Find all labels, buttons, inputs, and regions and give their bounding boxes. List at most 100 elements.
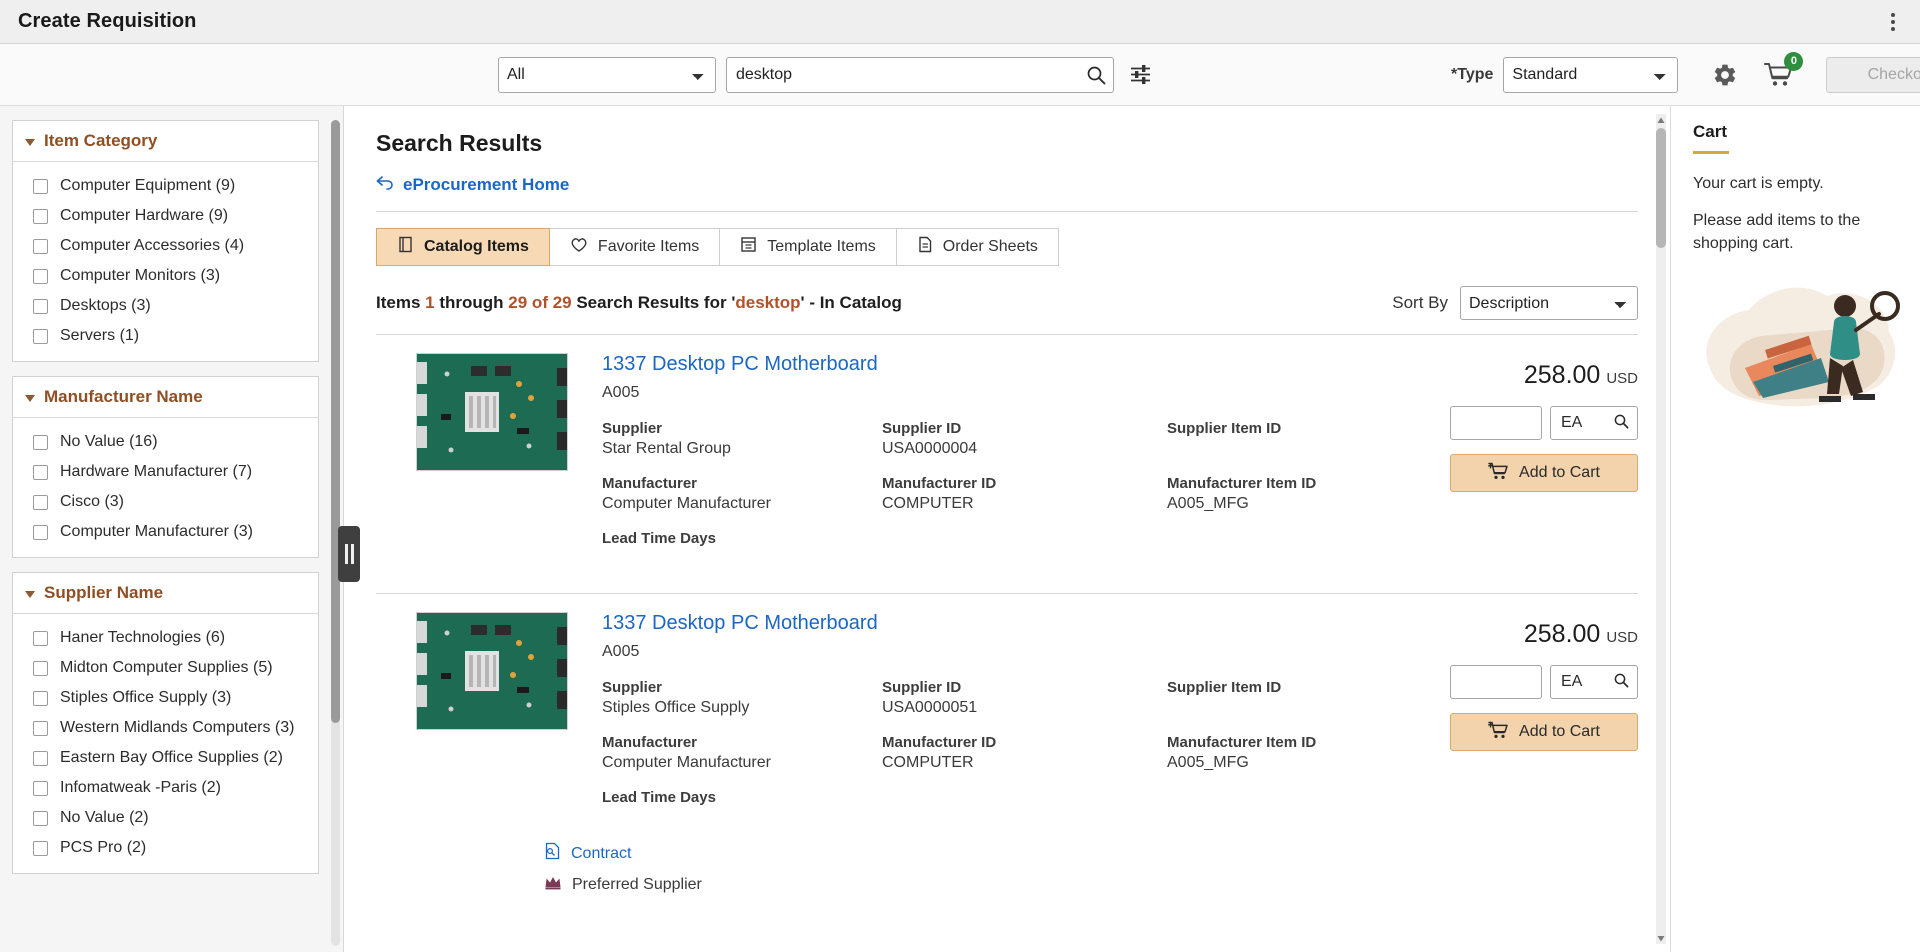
- facet-option[interactable]: Hardware Manufacturer (7): [13, 457, 318, 487]
- search-icon[interactable]: [1083, 62, 1109, 88]
- product-code: A005: [602, 384, 1408, 402]
- product-price-line: 258.00USD: [1524, 620, 1638, 649]
- supplier-id-label: Supplier ID: [882, 679, 1167, 696]
- facet-option[interactable]: Stiples Office Supply (3): [13, 683, 318, 713]
- tab-label: Order Sheets: [943, 238, 1038, 256]
- gear-icon[interactable]: [1712, 62, 1738, 88]
- facet-checkbox[interactable]: [33, 525, 48, 540]
- product-name-link[interactable]: 1337 Desktop PC Motherboard: [602, 612, 878, 635]
- uom-lookup[interactable]: EA: [1550, 665, 1638, 699]
- facet-group-title: Manufacturer Name: [44, 387, 203, 407]
- results-scrollbar-thumb[interactable]: [1656, 128, 1666, 248]
- facet-group-header[interactable]: Supplier Name: [13, 573, 318, 614]
- search-input[interactable]: [726, 57, 1114, 93]
- quantity-input[interactable]: [1450, 406, 1542, 440]
- facet-option-label: Cisco (3): [60, 493, 124, 511]
- facet-checkbox[interactable]: [33, 495, 48, 510]
- badge-label[interactable]: Contract: [571, 845, 631, 863]
- facet-option-label: Western Midlands Computers (3): [60, 719, 294, 737]
- facet-option[interactable]: Computer Accessories (4): [13, 231, 318, 261]
- tab-favorite-items[interactable]: Favorite Items: [550, 228, 720, 266]
- facet-option[interactable]: Computer Equipment (9): [13, 171, 318, 201]
- add-to-cart-button[interactable]: Add to Cart: [1450, 713, 1638, 751]
- product-thumbnail[interactable]: [416, 353, 568, 471]
- product-attributes: SupplierStar Rental GroupSupplier IDUSA0…: [602, 420, 1408, 569]
- facet-option[interactable]: No Value (16): [13, 427, 318, 457]
- tab-catalog-items[interactable]: Catalog Items: [376, 228, 550, 266]
- facet-options: No Value (16)Hardware Manufacturer (7) Ci…: [13, 418, 318, 557]
- facet-option[interactable]: Midton Computer Supplies (5): [13, 653, 318, 683]
- facet-option-label: Computer Manufacturer (3): [60, 523, 253, 541]
- facet-checkbox[interactable]: [33, 631, 48, 646]
- uom-lookup[interactable]: EA: [1550, 406, 1638, 440]
- product-name-link[interactable]: 1337 Desktop PC Motherboard: [602, 353, 878, 376]
- supplier-id-label: Supplier ID: [882, 420, 1167, 437]
- facet-checkbox[interactable]: [33, 435, 48, 450]
- lookup-search-icon[interactable]: [1613, 413, 1629, 434]
- facet-option[interactable]: Eastern Bay Office Supplies (2): [13, 743, 318, 773]
- facet-checkbox[interactable]: [33, 781, 48, 796]
- eprocurement-home-link[interactable]: eProcurement Home: [376, 175, 569, 195]
- scroll-up-arrow-icon[interactable]: [1656, 114, 1666, 126]
- shopping-cart-icon[interactable]: 0: [1764, 62, 1794, 88]
- facet-option[interactable]: Computer Manufacturer (3): [13, 517, 318, 547]
- facet-option[interactable]: Haner Technologies (6): [13, 623, 318, 653]
- facet-checkbox[interactable]: [33, 269, 48, 284]
- facet-scrollbar-thumb[interactable]: [331, 120, 340, 723]
- sort-by-select[interactable]: Description: [1460, 286, 1638, 320]
- facet-option[interactable]: Servers (1): [13, 321, 318, 351]
- product-thumbnail[interactable]: [416, 612, 568, 730]
- tab-label: Catalog Items: [424, 238, 529, 256]
- facet-group-header[interactable]: Manufacturer Name: [13, 377, 318, 418]
- facet-group-header[interactable]: Item Category: [13, 121, 318, 162]
- facet-checkbox[interactable]: [33, 721, 48, 736]
- contract-icon: [544, 842, 561, 865]
- facet-checkbox[interactable]: [33, 841, 48, 856]
- manufacturer-label: Manufacturer: [602, 475, 882, 492]
- quantity-input[interactable]: [1450, 665, 1542, 699]
- facet-option[interactable]: Computer Monitors (3): [13, 261, 318, 291]
- facet-checkbox[interactable]: [33, 239, 48, 254]
- page-title: Create Requisition: [18, 10, 197, 33]
- facet-option[interactable]: No Value (2): [13, 803, 318, 833]
- manufacturer-item-id-field: Manufacturer Item IDA005_MFG: [1167, 475, 1408, 514]
- header-divider: [376, 211, 1638, 212]
- heart-icon: [570, 236, 588, 258]
- search-category-select[interactable]: All: [498, 57, 716, 93]
- add-to-cart-button[interactable]: Add to Cart: [1450, 454, 1638, 492]
- facet-option[interactable]: Cisco (3): [13, 487, 318, 517]
- facet-checkbox[interactable]: [33, 329, 48, 344]
- requisition-type-select[interactable]: Standard: [1503, 57, 1678, 93]
- facet-checkbox[interactable]: [33, 661, 48, 676]
- tab-template-items[interactable]: Template Items: [720, 228, 896, 266]
- product-price: 258.00: [1524, 620, 1600, 649]
- supplier-value: Star Rental Group: [602, 440, 882, 459]
- facet-checkbox[interactable]: [33, 299, 48, 314]
- facet-option[interactable]: PCS Pro (2): [13, 833, 318, 863]
- supplier-id-field: Supplier IDUSA0000051: [882, 679, 1167, 718]
- scroll-down-arrow-icon[interactable]: [1656, 932, 1666, 944]
- product-badge[interactable]: Contract: [544, 842, 1638, 865]
- facet-checkbox[interactable]: [33, 209, 48, 224]
- facet-checkbox[interactable]: [33, 179, 48, 194]
- sliders-filter-icon[interactable]: [1128, 62, 1153, 87]
- results-scrollbar[interactable]: [1656, 114, 1666, 944]
- kebab-menu-icon[interactable]: [1882, 9, 1904, 35]
- facet-option[interactable]: Infomatweak -Paris (2): [13, 773, 318, 803]
- facet-option[interactable]: Desktops (3): [13, 291, 318, 321]
- count-to: 29 of 29: [508, 293, 571, 312]
- manufacturer-value: Computer Manufacturer: [602, 754, 882, 773]
- product-price-line: 258.00USD: [1524, 361, 1638, 390]
- facet-option[interactable]: Western Midlands Computers (3): [13, 713, 318, 743]
- sidebar-collapse-handle[interactable]: [338, 526, 360, 582]
- facet-checkbox[interactable]: [33, 811, 48, 826]
- facet-checkbox[interactable]: [33, 751, 48, 766]
- facet-option[interactable]: Computer Hardware (9): [13, 201, 318, 231]
- lookup-search-icon[interactable]: [1613, 672, 1629, 693]
- facet-option-label: Computer Equipment (9): [60, 177, 235, 195]
- manufacturer-item-id-label: Manufacturer Item ID: [1167, 734, 1408, 751]
- facet-checkbox[interactable]: [33, 465, 48, 480]
- facet-checkbox[interactable]: [33, 691, 48, 706]
- tab-order-sheets[interactable]: Order Sheets: [897, 228, 1059, 266]
- checkout-button[interactable]: Checkout: [1826, 57, 1920, 93]
